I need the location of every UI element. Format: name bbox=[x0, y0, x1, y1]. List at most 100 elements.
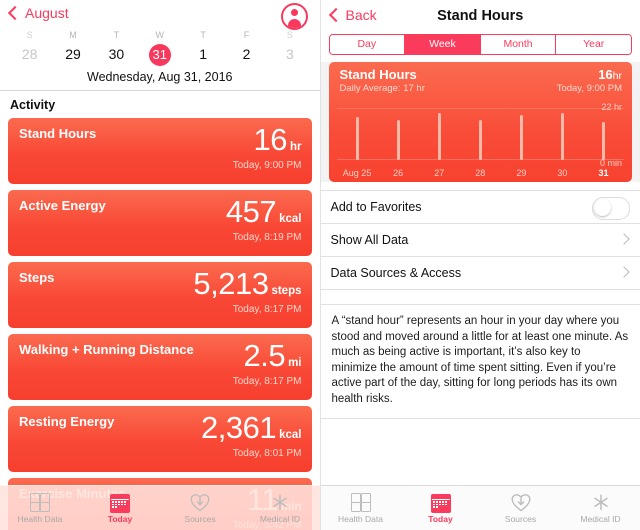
grid-squares-icon bbox=[30, 492, 50, 512]
card-unit: kcal bbox=[279, 429, 302, 441]
tab-sources[interactable]: Sources bbox=[160, 486, 240, 530]
chevron-left-icon bbox=[328, 7, 343, 23]
day-number-cell[interactable]: 29 bbox=[51, 41, 94, 69]
calendar-icon bbox=[430, 493, 451, 513]
card-value: 2.5 bbox=[243, 338, 286, 373]
activity-card[interactable]: Active Energy 457 kcal Today, 8:19 PM bbox=[8, 190, 312, 256]
chart-value-number: 16 bbox=[598, 67, 613, 82]
activity-card[interactable]: Resting Energy 2,361 kcal Today, 8:01 PM bbox=[8, 406, 312, 472]
back-label: August bbox=[25, 5, 69, 21]
card-timestamp: Today, 8:17 PM bbox=[232, 376, 302, 387]
day-number-cell[interactable]: 28 bbox=[8, 41, 51, 69]
activity-card[interactable]: Stand Hours 16 hr Today, 9:00 PM bbox=[8, 118, 312, 184]
day-number-cell[interactable]: 30 bbox=[95, 41, 138, 69]
chart-bar-cell bbox=[460, 108, 501, 160]
card-unit: steps bbox=[271, 285, 302, 297]
tab-medical-id[interactable]: Medical ID bbox=[240, 486, 320, 530]
day-initial: M bbox=[69, 30, 77, 40]
activity-card[interactable]: Steps 5,213 steps Today, 8:17 PM bbox=[8, 262, 312, 328]
chevron-right-icon bbox=[618, 233, 630, 245]
card-title: Resting Energy bbox=[19, 414, 115, 429]
tab-health-data[interactable]: Health Data bbox=[0, 486, 80, 530]
chart-bar bbox=[437, 112, 441, 160]
segment-week[interactable]: Week bbox=[405, 35, 481, 54]
stand-hours-chart-card[interactable]: Stand Hours Daily Average: 17 hr 16hr To… bbox=[328, 62, 632, 182]
time-range-segmented-control: Day Week Month Year bbox=[320, 32, 640, 62]
segment-month[interactable]: Month bbox=[480, 35, 557, 54]
card-value: 5,213 bbox=[193, 266, 269, 301]
chart-bar-cell bbox=[583, 108, 624, 160]
chart-bar-cell bbox=[337, 108, 378, 160]
heart-download-icon bbox=[190, 493, 210, 512]
activity-card[interactable]: Walking + Running Distance 2.5 mi Today,… bbox=[8, 334, 312, 400]
chart-bar bbox=[396, 119, 400, 160]
tab-sources[interactable]: Sources bbox=[481, 486, 561, 530]
chart-x-label: 31 bbox=[598, 168, 609, 178]
profile-circle-icon[interactable] bbox=[280, 3, 308, 30]
chart-bar bbox=[560, 112, 564, 160]
profile-body-shape bbox=[287, 19, 301, 28]
day-number-cell[interactable]: 1 bbox=[181, 41, 224, 69]
day-initial: W bbox=[155, 30, 165, 40]
left-tab-bar: Health Data Today Sources Medical ID bbox=[0, 485, 320, 530]
card-unit: kcal bbox=[279, 213, 302, 225]
chart-timestamp: Today, 9:00 PM bbox=[556, 83, 622, 94]
calendar-dots bbox=[111, 500, 129, 510]
card-title: Stand Hours bbox=[19, 126, 97, 141]
back-button[interactable]: Back bbox=[328, 7, 377, 23]
day-number-cell-selected[interactable]: 31 bbox=[138, 41, 181, 69]
chart-current-value: 16hr bbox=[598, 67, 622, 82]
row-label: Show All Data bbox=[330, 233, 409, 247]
tab-label: Health Data bbox=[338, 513, 383, 524]
card-timestamp: Today, 8:19 PM bbox=[232, 232, 302, 243]
row-label: Data Sources & Access bbox=[330, 266, 462, 280]
calendar-icon bbox=[110, 493, 130, 513]
chart-bar-cell bbox=[542, 108, 583, 160]
card-value-group: 5,213 steps bbox=[193, 264, 301, 304]
tab-label: Sources bbox=[184, 513, 216, 524]
chart-bar bbox=[519, 115, 523, 160]
stand-hours-detail-screen: Back Stand Hours Day Week Month Year Sta… bbox=[320, 0, 640, 530]
right-tab-bar: Health Data Today Sources Medical ID bbox=[320, 485, 640, 530]
chart-container: Stand Hours Daily Average: 17 hr 16hr To… bbox=[320, 62, 640, 182]
day-initial: S bbox=[286, 30, 293, 40]
tab-today[interactable]: Today bbox=[80, 486, 160, 530]
chart-bars bbox=[337, 108, 625, 160]
selected-date-label: Wednesday, Aug 31, 2016 bbox=[0, 69, 320, 90]
row-show-all-data[interactable]: Show All Data bbox=[320, 224, 640, 257]
chart-bar-cell bbox=[378, 108, 419, 160]
chart-bar bbox=[355, 117, 359, 160]
chevron-right-icon bbox=[618, 266, 630, 278]
day-number-cell[interactable]: 2 bbox=[225, 41, 268, 69]
activity-section-title: Activity bbox=[0, 91, 320, 118]
chart-x-label: 27 bbox=[434, 168, 445, 178]
grid-squares-icon bbox=[350, 492, 371, 512]
card-timestamp: Today, 9:00 PM bbox=[232, 160, 302, 171]
card-value-group: 457 kcal bbox=[226, 192, 302, 232]
chart-value-unit: hr bbox=[612, 70, 622, 82]
row-add-to-favorites[interactable]: Add to Favorites bbox=[320, 190, 640, 224]
tab-medical-id[interactable]: Medical ID bbox=[561, 486, 640, 530]
day-initials-row: S M T W T F S bbox=[8, 28, 312, 41]
profile-head-shape bbox=[290, 8, 298, 16]
calendar-dots bbox=[432, 500, 450, 510]
tab-health-data[interactable]: Health Data bbox=[321, 486, 401, 530]
row-data-sources-access[interactable]: Data Sources & Access bbox=[320, 257, 640, 290]
day-number-cell[interactable]: 3 bbox=[268, 41, 311, 69]
tab-label: Medical ID bbox=[259, 513, 301, 524]
tab-label: Medical ID bbox=[580, 513, 621, 524]
card-title: Steps bbox=[19, 270, 55, 285]
segment-year[interactable]: Year bbox=[556, 35, 631, 54]
tab-today[interactable]: Today bbox=[401, 486, 481, 530]
chart-x-axis-labels: Aug 25 26 27 28 29 30 31 bbox=[337, 168, 625, 178]
favorites-toggle[interactable] bbox=[592, 197, 630, 220]
segment-day[interactable]: Day bbox=[329, 35, 406, 54]
week-calendar-strip[interactable]: S M T W T F S 28 29 30 31 1 2 3 bbox=[0, 28, 320, 69]
card-timestamp: Today, 8:01 PM bbox=[232, 448, 302, 459]
card-value-group: 16 hr bbox=[254, 120, 302, 160]
chart-x-label: 30 bbox=[557, 168, 568, 178]
card-value-group: 2,361 kcal bbox=[201, 408, 301, 448]
chart-x-label: 28 bbox=[475, 168, 486, 178]
back-to-august-button[interactable]: August bbox=[7, 5, 69, 21]
selected-day-label: 31 bbox=[148, 44, 171, 66]
